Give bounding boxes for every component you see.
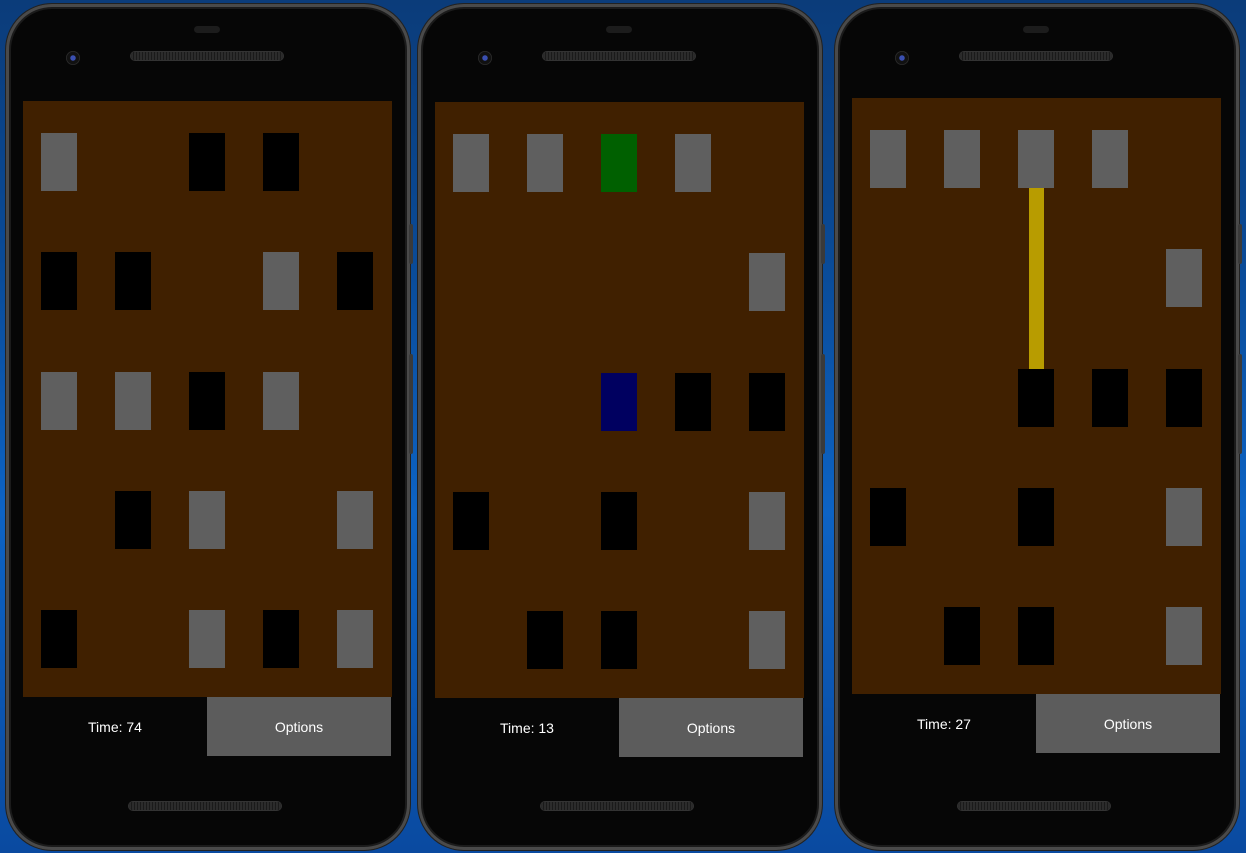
tile-black-r2-c3[interactable] xyxy=(1092,369,1128,427)
tile-black-r2-c4[interactable] xyxy=(1166,369,1202,427)
game-board xyxy=(852,98,1221,694)
volume-button xyxy=(821,224,825,264)
tile-gray-r3-c4[interactable] xyxy=(337,491,373,549)
earpiece xyxy=(1023,26,1049,33)
tile-black-r3-c1[interactable] xyxy=(115,491,151,549)
tile-gray-r0-c3[interactable] xyxy=(675,134,711,192)
tile-black-r2-c4[interactable] xyxy=(749,373,785,431)
volume-button xyxy=(409,224,413,264)
front-camera-icon xyxy=(895,51,909,65)
tile-gray-r4-c4[interactable] xyxy=(749,611,785,669)
tile-gray-r0-c1[interactable] xyxy=(944,130,980,188)
tile-gray-r1-c3[interactable] xyxy=(263,252,299,310)
tile-gray-r4-c4[interactable] xyxy=(1166,607,1202,665)
earpiece xyxy=(194,26,220,33)
tile-black-r2-c2[interactable] xyxy=(189,372,225,430)
tile-black-r4-c2[interactable] xyxy=(1018,607,1054,665)
tile-gray-r2-c3[interactable] xyxy=(263,372,299,430)
tile-black-r0-c3[interactable] xyxy=(263,133,299,191)
tile-black-r1-c4[interactable] xyxy=(337,252,373,310)
tile-gray-r4-c2[interactable] xyxy=(189,610,225,668)
tile-black-r3-c0[interactable] xyxy=(870,488,906,546)
time-display: Time: 27 xyxy=(917,715,971,732)
front-camera-icon xyxy=(66,51,80,65)
power-button xyxy=(821,354,825,454)
tile-black-r0-c2[interactable] xyxy=(189,133,225,191)
tile-gray-r0-c0[interactable] xyxy=(870,130,906,188)
tile-black-r1-c0[interactable] xyxy=(41,252,77,310)
tile-black-r2-c3[interactable] xyxy=(675,373,711,431)
game-board xyxy=(23,101,392,697)
tile-black-r4-c2[interactable] xyxy=(601,611,637,669)
connection-path xyxy=(1029,188,1044,369)
time-display: Time: 13 xyxy=(500,719,554,736)
tile-black-r3-c2[interactable] xyxy=(1018,488,1054,546)
tile-black-r4-c3[interactable] xyxy=(263,610,299,668)
phone-frame-1: Time: 74 Options xyxy=(6,4,413,850)
tile-black-r4-c1[interactable] xyxy=(944,607,980,665)
tile-gray-r2-c1[interactable] xyxy=(115,372,151,430)
tile-gray-r3-c4[interactable] xyxy=(1166,488,1202,546)
tile-blue-r2-c2[interactable] xyxy=(601,373,637,431)
phone-frame-2: Time: 13 Options xyxy=(418,4,825,850)
tile-black-r4-c0[interactable] xyxy=(41,610,77,668)
tile-gray-r3-c4[interactable] xyxy=(749,492,785,550)
options-button[interactable]: Options xyxy=(1036,694,1220,753)
tile-black-r3-c0[interactable] xyxy=(453,492,489,550)
phone-frame-3: Time: 27 Options xyxy=(835,4,1242,850)
tile-gray-r2-c0[interactable] xyxy=(41,372,77,430)
earpiece xyxy=(606,26,632,33)
front-camera-icon xyxy=(478,51,492,65)
tile-black-r2-c2[interactable] xyxy=(1018,369,1054,427)
bottom-speaker-grille xyxy=(958,802,1110,810)
tile-gray-r0-c2[interactable] xyxy=(1018,130,1054,188)
bottom-speaker-grille xyxy=(129,802,281,810)
volume-button xyxy=(1238,224,1242,264)
game-board xyxy=(435,102,804,698)
power-button xyxy=(1238,354,1242,454)
top-speaker-grille xyxy=(543,52,695,60)
options-button[interactable]: Options xyxy=(619,698,803,757)
tile-black-r1-c1[interactable] xyxy=(115,252,151,310)
tile-gray-r0-c0[interactable] xyxy=(41,133,77,191)
bottom-speaker-grille xyxy=(541,802,693,810)
tile-gray-r4-c4[interactable] xyxy=(337,610,373,668)
top-speaker-grille xyxy=(131,52,283,60)
options-button[interactable]: Options xyxy=(207,697,391,756)
tile-gray-r3-c2[interactable] xyxy=(189,491,225,549)
tile-gray-r0-c0[interactable] xyxy=(453,134,489,192)
top-speaker-grille xyxy=(960,52,1112,60)
tile-gray-r1-c4[interactable] xyxy=(1166,249,1202,307)
power-button xyxy=(409,354,413,454)
tile-green-r0-c2[interactable] xyxy=(601,134,637,192)
tile-black-r4-c1[interactable] xyxy=(527,611,563,669)
tile-gray-r0-c3[interactable] xyxy=(1092,130,1128,188)
time-display: Time: 74 xyxy=(88,718,142,735)
tile-gray-r1-c4[interactable] xyxy=(749,253,785,311)
tile-black-r3-c2[interactable] xyxy=(601,492,637,550)
tile-gray-r0-c1[interactable] xyxy=(527,134,563,192)
